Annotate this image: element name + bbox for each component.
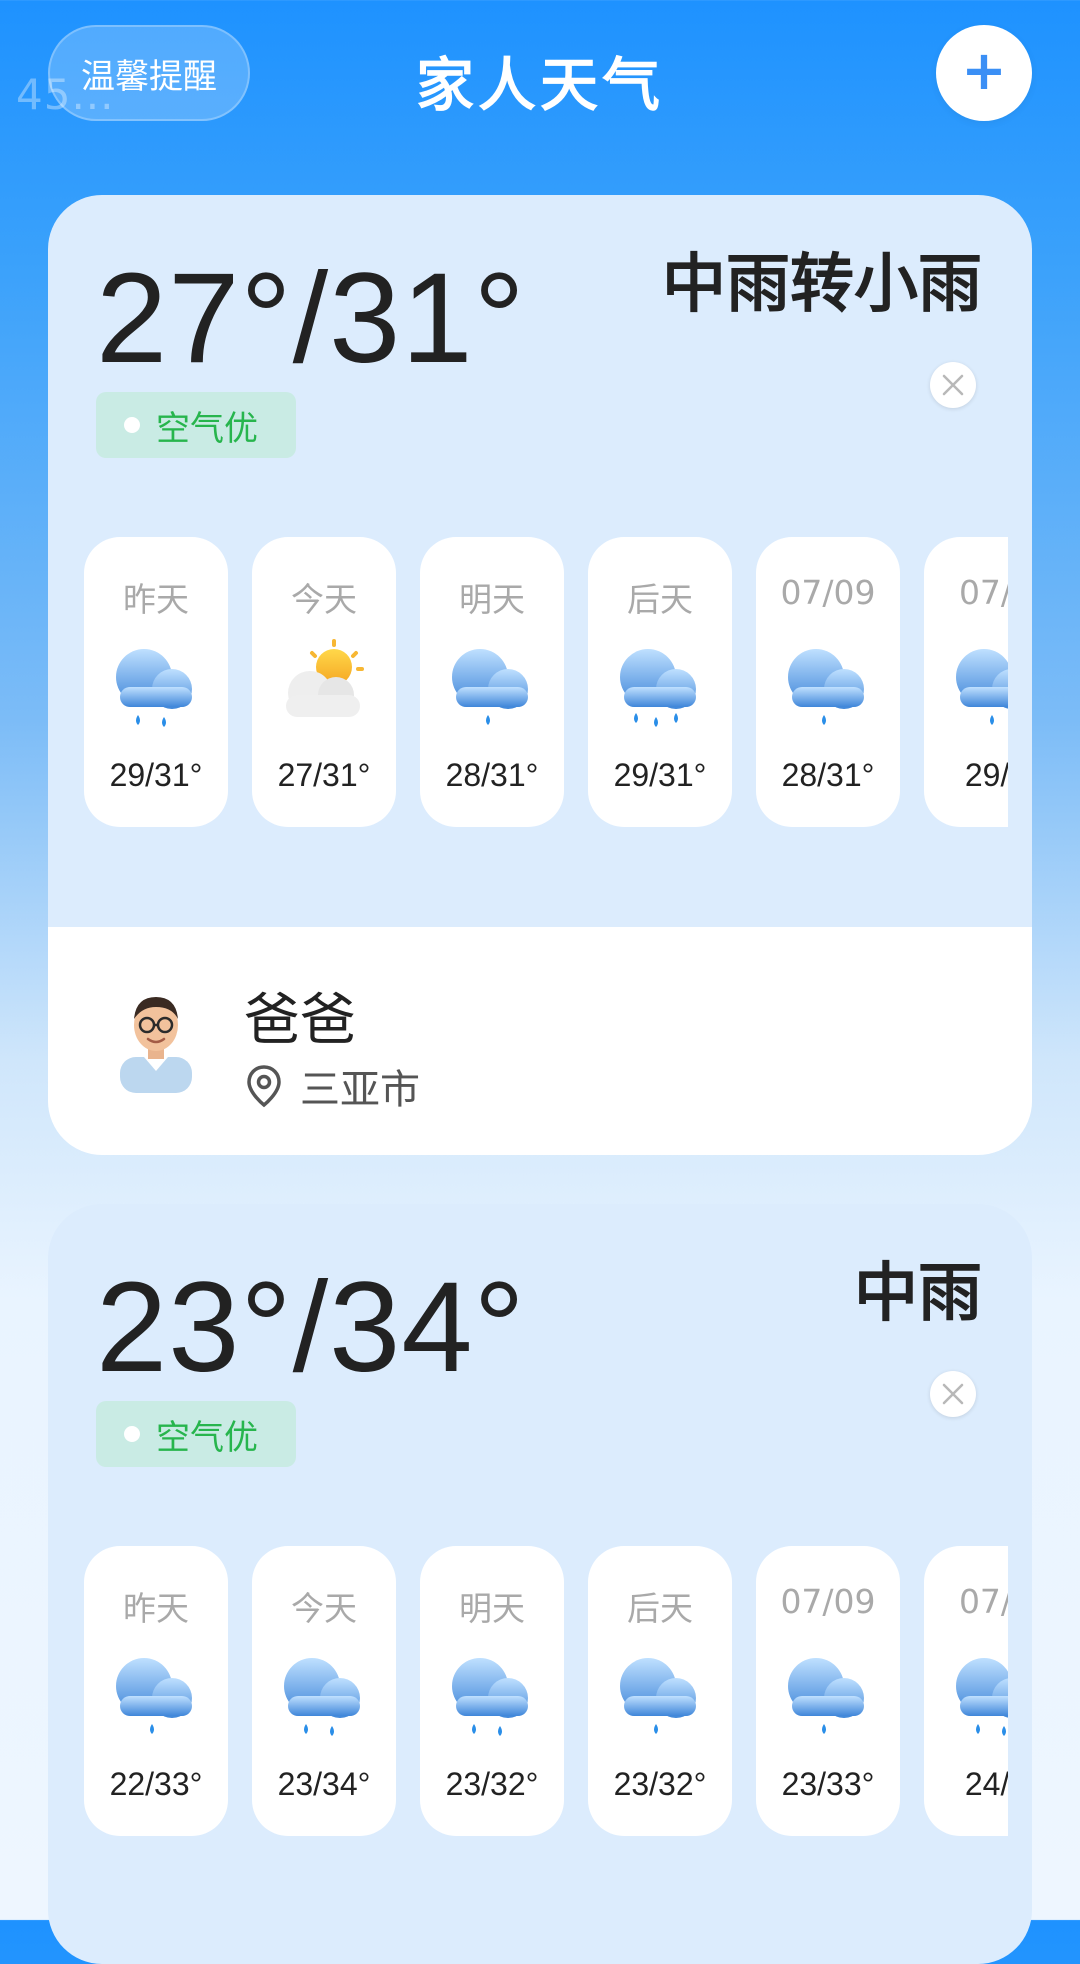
forecast-day-label: 07/09: [780, 1582, 876, 1621]
forecast-day-temp: 28/31°: [781, 757, 875, 793]
forecast-day-label: 07/1: [958, 573, 1008, 612]
forecast-day[interactable]: 后天 23/32°: [588, 1546, 732, 1836]
plus-icon: +: [961, 39, 1007, 102]
page-title: 家人天气: [415, 51, 664, 119]
forecast-day-label: 后天: [627, 580, 693, 619]
family-weather-card[interactable]: 27°/31° 中雨转小雨 空气优 昨天 29/31° 今天 27/31° 明天…: [48, 195, 1032, 1155]
forecast-day-label: 07/09: [780, 573, 876, 612]
forecast-day-temp: 23/33°: [781, 1766, 875, 1802]
air-quality-badge: 空气优: [96, 1401, 296, 1467]
forecast-day[interactable]: 后天 29/31°: [588, 537, 732, 827]
forecast-day-label: 明天: [459, 580, 525, 619]
forecast-day-label: 昨天: [123, 580, 189, 619]
family-member-location: 三亚市: [244, 1057, 420, 1115]
forecast-day-temp: 23/34°: [277, 1766, 371, 1802]
forecast-day-temp: 23/32°: [613, 1766, 707, 1802]
air-quality-dot: [124, 417, 140, 433]
rain-cloud-icon: [780, 1646, 876, 1742]
rain-cloud-icon: [108, 1646, 204, 1742]
add-family-button[interactable]: +: [936, 25, 1032, 121]
forecast-day-label: 07/1: [958, 1582, 1008, 1621]
avatar: [120, 997, 192, 1093]
location-pin-icon: [247, 1065, 281, 1108]
rain-cloud-icon: [108, 637, 204, 733]
forecast-day-label: 昨天: [123, 1589, 189, 1628]
rain-cloud-icon: [948, 637, 1008, 733]
rain-cloud-icon: [444, 1646, 540, 1742]
forecast-day[interactable]: 明天 28/31°: [420, 537, 564, 827]
air-quality-text: 空气优: [156, 1417, 258, 1458]
weather-condition: 中雨转小雨: [662, 248, 982, 322]
forecast-day-temp: 28/31°: [445, 757, 539, 793]
forecast-day[interactable]: 明天 23/32°: [420, 1546, 564, 1836]
remove-card-button[interactable]: [930, 1371, 976, 1417]
forecast-day-temp: 29/3: [964, 757, 1008, 793]
forecast-day[interactable]: 今天 27/31°: [252, 537, 396, 827]
forecast-day-temp: 27/31°: [277, 757, 371, 793]
forecast-day-temp: 29/31°: [109, 757, 203, 793]
rain-cloud-icon: [948, 1646, 1008, 1742]
forecast-scroller[interactable]: 昨天 22/33° 今天 23/34° 明天 23/32° 后天 23/32° …: [84, 1546, 1008, 1836]
forecast-scroller[interactable]: 昨天 29/31° 今天 27/31° 明天 28/31° 后天 29/31° …: [84, 537, 1008, 827]
forecast-day[interactable]: 07/09 28/31°: [756, 537, 900, 827]
sun-cloud-icon: [276, 637, 372, 733]
forecast-day[interactable]: 07/1 29/3: [924, 537, 1008, 827]
rain-cloud-icon: [780, 637, 876, 733]
rain-cloud-icon: [612, 1646, 708, 1742]
forecast-day-label: 今天: [291, 580, 357, 619]
forecast-day-temp: 29/31°: [613, 757, 707, 793]
forecast-day[interactable]: 昨天 22/33°: [84, 1546, 228, 1836]
forecast-day[interactable]: 07/09 23/33°: [756, 1546, 900, 1836]
forecast-day[interactable]: 今天 23/34°: [252, 1546, 396, 1836]
remove-card-button[interactable]: [930, 362, 976, 408]
rain-cloud-icon: [444, 637, 540, 733]
forecast-day-temp: 24/3: [964, 1766, 1008, 1802]
family-member-name: 爸爸: [244, 988, 356, 1053]
forecast-day[interactable]: 07/1 24/3: [924, 1546, 1008, 1836]
forecast-day-temp: 22/33°: [109, 1766, 203, 1802]
close-icon: [942, 374, 964, 396]
header: 45... 温馨提醒 家人天气 +: [0, 0, 1080, 160]
rain-cloud-icon: [276, 1646, 372, 1742]
forecast-day-label: 今天: [291, 1589, 357, 1628]
forecast-day-label: 明天: [459, 1589, 525, 1628]
air-quality-text: 空气优: [156, 408, 258, 449]
temperature-range: 27°/31°: [96, 247, 526, 390]
forecast-day[interactable]: 昨天 29/31°: [84, 537, 228, 827]
forecast-day-temp: 23/32°: [445, 1766, 539, 1802]
close-icon: [942, 1383, 964, 1405]
air-quality-badge: 空气优: [96, 392, 296, 458]
weather-condition: 中雨: [854, 1257, 982, 1331]
family-weather-card[interactable]: 23°/34° 中雨 空气优 昨天 22/33° 今天 23/34° 明天 23…: [48, 1204, 1032, 1964]
family-member-city: 三亚市: [300, 1067, 420, 1113]
temperature-range: 23°/34°: [96, 1256, 526, 1399]
air-quality-dot: [124, 1426, 140, 1442]
forecast-day-label: 后天: [627, 1589, 693, 1628]
family-member-row[interactable]: 爸爸 三亚市: [48, 927, 1032, 1155]
heavy-rain-cloud-icon: [612, 637, 708, 733]
